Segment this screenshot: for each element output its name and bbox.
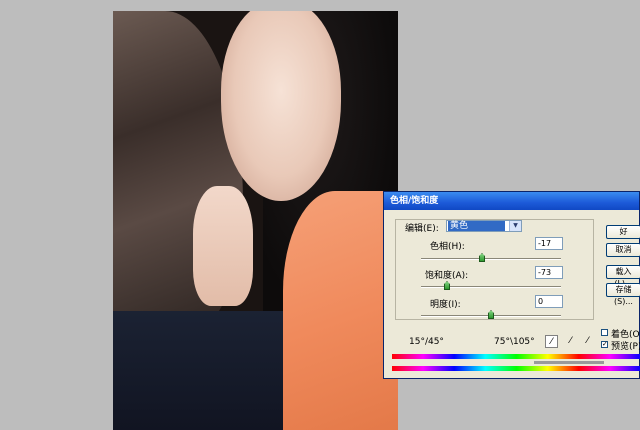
hue-slider-track[interactable] — [421, 258, 561, 260]
lightness-slider-thumb[interactable] — [488, 310, 494, 319]
hue-slider-thumb[interactable] — [479, 253, 485, 262]
save-button[interactable]: 存储(S)... — [606, 283, 640, 306]
document-canvas[interactable] — [113, 11, 398, 430]
edit-label: 编辑(E): — [405, 224, 439, 234]
eyedropper-icon[interactable]: ⁄ — [545, 335, 558, 348]
hue-input[interactable]: -17 — [535, 237, 563, 250]
range-right-value: 75°\105° — [494, 337, 535, 347]
saturation-label: 饱和度(A): — [425, 271, 469, 281]
eyedropper-plus-icon[interactable]: ⁄ — [564, 335, 577, 348]
hue-saturation-dialog: 色相/饱和度 编辑(E): 黄色 ▼ 色相(H): -17 饱和度(A): -7… — [383, 191, 640, 379]
adjustment-group: 编辑(E): 黄色 ▼ 色相(H): -17 饱和度(A): -73 明度(I)… — [395, 219, 594, 320]
edit-dropdown[interactable]: 黄色 ▼ — [446, 220, 522, 232]
hue-label: 色相(H): — [430, 242, 465, 252]
range-slider[interactable] — [534, 361, 604, 364]
colorize-checkbox[interactable] — [601, 329, 608, 336]
preview-checkbox[interactable]: ✓ — [601, 341, 608, 348]
ok-button[interactable]: 好 — [606, 225, 640, 239]
dialog-titlebar[interactable]: 色相/饱和度 — [384, 192, 639, 210]
range-left-value: 15°/45° — [409, 337, 444, 347]
saturation-input[interactable]: -73 — [535, 266, 563, 279]
photo-shirt-area — [283, 191, 398, 430]
preview-label: 预览(P) — [611, 342, 640, 352]
load-button[interactable]: 载入(L)... — [606, 265, 640, 288]
lightness-input[interactable]: 0 — [535, 295, 563, 308]
color-spectrum-bar-top — [392, 354, 640, 359]
saturation-slider-track[interactable] — [421, 286, 561, 288]
eyedropper-minus-icon[interactable]: ⁄ — [581, 335, 594, 348]
saturation-slider-thumb[interactable] — [444, 281, 450, 290]
lightness-label: 明度(I): — [430, 300, 461, 310]
edit-dropdown-value: 黄色 — [448, 221, 505, 231]
chevron-down-icon[interactable]: ▼ — [509, 221, 521, 231]
photo-hand-area — [193, 186, 253, 306]
cancel-button[interactable]: 取消 — [606, 243, 640, 257]
color-spectrum-bar-bottom — [392, 366, 640, 371]
photo-dark-area — [113, 311, 283, 430]
